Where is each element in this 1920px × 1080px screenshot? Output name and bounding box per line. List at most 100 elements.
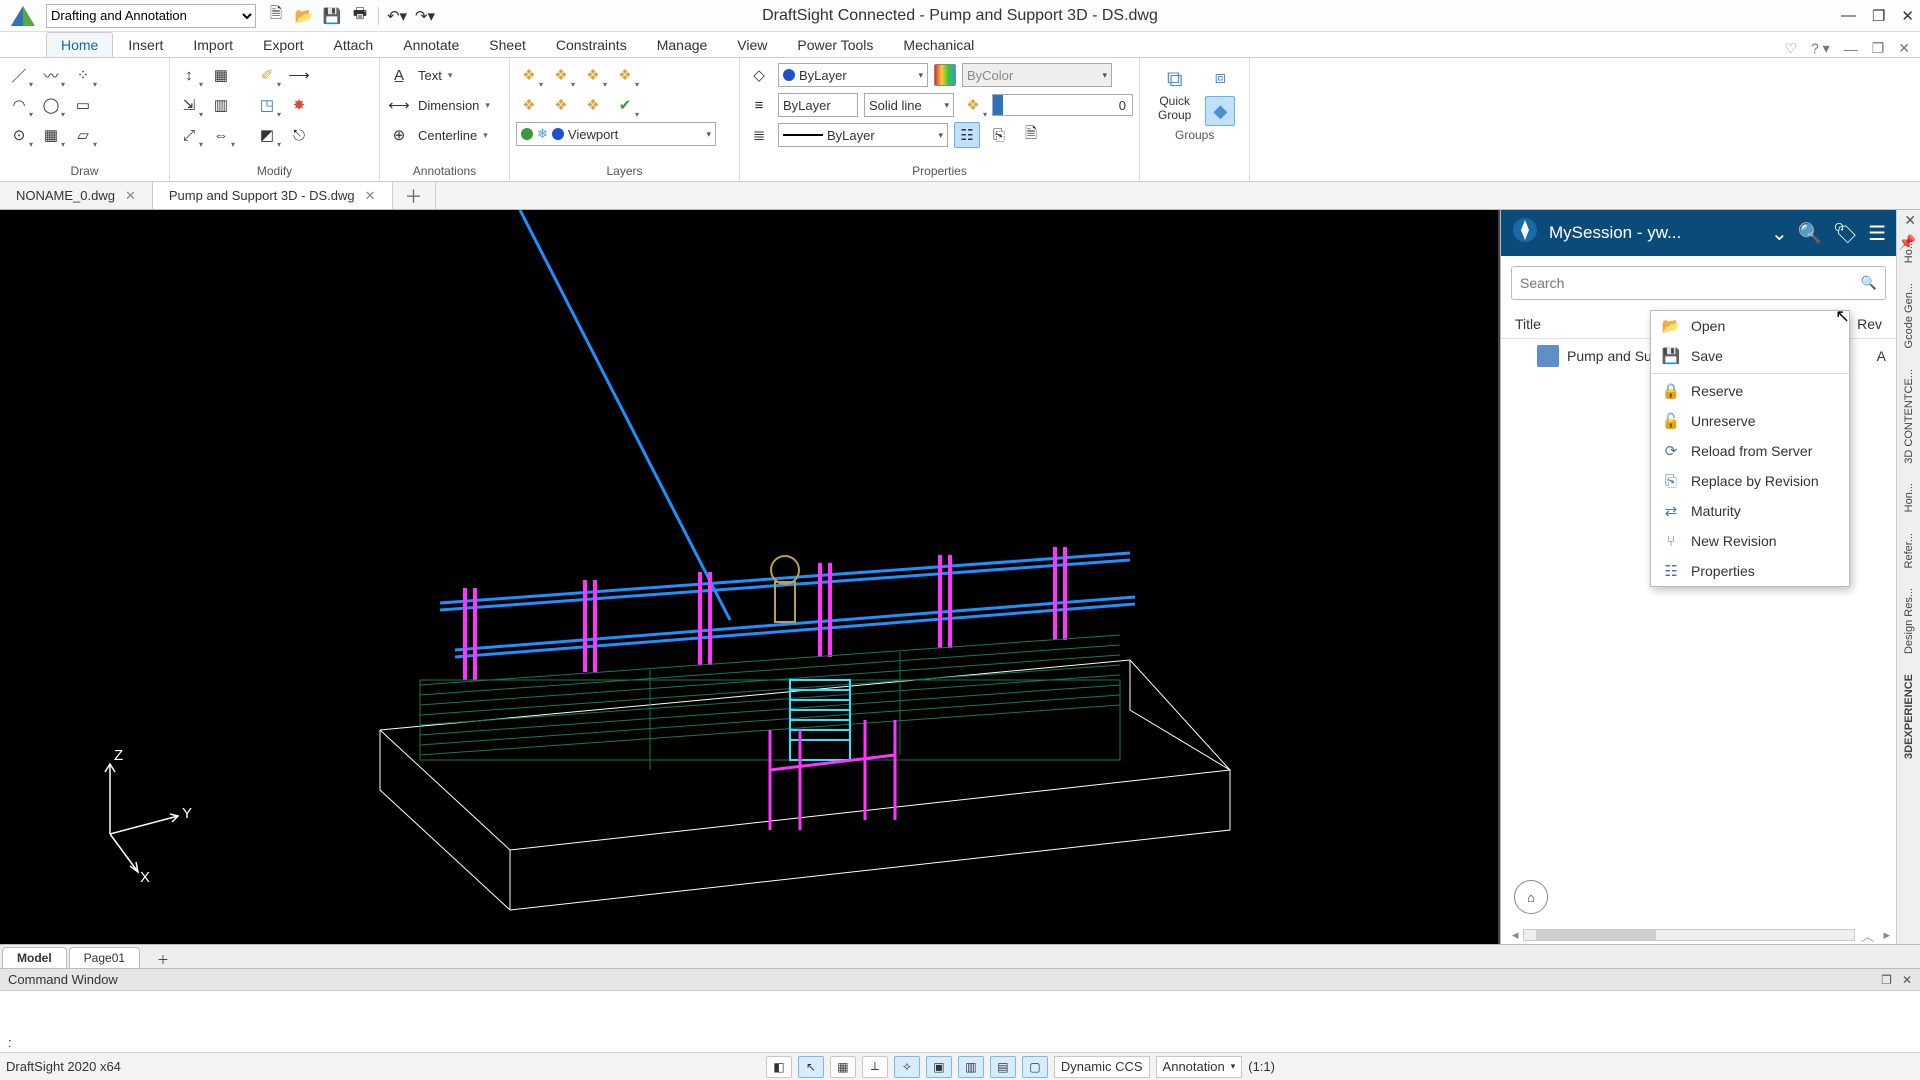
color-dropdown[interactable]: ByLayer ▾ [778,63,928,87]
polyline-tool[interactable]: 〰▾ [38,62,64,88]
layout-tab-add[interactable]: ＋ [142,947,184,968]
mirror-tool[interactable]: ▥ [208,92,234,118]
ctx-properties[interactable]: ☷Properties [1651,556,1849,586]
new-file-icon[interactable]: 🗎 [266,6,286,26]
command-prompt[interactable]: : [0,1033,1920,1052]
lineweight-icon[interactable]: ≣ [746,122,772,148]
tag-icon[interactable]: 🏷 [1833,221,1858,246]
heart-icon[interactable]: ♡ [1784,40,1797,57]
dimension-dropdown-icon[interactable]: ▾ [485,100,490,111]
search-input[interactable] [1520,275,1861,291]
doc-tab[interactable]: Pump and Support 3D - DS.dwg ✕ [153,182,393,209]
ctx-open[interactable]: 📂Open [1651,311,1849,341]
properties-list-icon[interactable]: ☷ [954,122,980,148]
menu-icon[interactable]: ☰ [1868,221,1886,246]
mdi-close-icon[interactable]: ✕ [1898,40,1910,57]
hatch-tool[interactable]: ▦▾ [38,122,64,148]
close-button[interactable]: ✕ [1901,7,1914,25]
minimize-button[interactable]: — [1841,7,1856,25]
linetype-dropdown[interactable]: ByLayer [778,93,858,117]
tab-insert[interactable]: Insert [113,32,178,57]
point-array-tool[interactable]: ⁘▾ [70,62,96,88]
transparency-icon[interactable]: ❖▾ [960,92,986,118]
tab-mechanical[interactable]: Mechanical [888,32,989,57]
help-icon[interactable]: ? ▾ [1811,40,1830,57]
add-doc-tab[interactable]: ＋ [393,182,436,209]
linetype-style-dropdown[interactable]: Solid line ▾ [864,93,954,117]
ctx-newrev[interactable]: ⑂New Revision [1651,526,1849,556]
group-select-button[interactable]: ◆ [1205,96,1235,126]
save-file-icon[interactable]: 💾 [322,6,342,26]
status-polar[interactable]: ✧ [894,1056,920,1078]
text-label[interactable]: Text [418,68,442,83]
tab-attach[interactable]: Attach [319,32,389,57]
ctx-unreserve[interactable]: 🔓Unreserve [1651,406,1849,436]
stretch-tool[interactable]: ⇔▾ [208,122,234,148]
expand-up-icon[interactable]: ︿ [1855,926,1879,945]
search-icon[interactable]: 🔍 [1798,221,1823,246]
text-dropdown-icon[interactable]: ▾ [448,70,453,81]
tab-powertools[interactable]: Power Tools [782,32,888,57]
tab-view[interactable]: View [722,32,782,57]
lineweight-dropdown[interactable]: ByLayer ▾ [778,123,948,147]
layer-state-3[interactable]: ❖▾ [580,62,606,88]
palette-dropdown-icon[interactable]: ⌄ [1771,221,1788,246]
centerline-dropdown-icon[interactable]: ▾ [483,130,488,141]
ctx-replace[interactable]: ⎘Replace by Revision [1651,466,1849,496]
close-tab-icon[interactable]: ✕ [365,188,376,204]
chamfer-tool[interactable]: ◩▾ [254,122,280,148]
pattern-tool[interactable]: ▦ [208,62,234,88]
extend-tool[interactable]: ⟶ [286,62,312,88]
layer-freeze[interactable]: ❖ [516,92,542,118]
redo-icon[interactable]: ↷▾ [415,6,435,26]
workspace-selector[interactable]: Drafting and Annotation [46,4,256,28]
layer-state-2[interactable]: ❖▾ [548,62,574,88]
sidetab-3dexperience[interactable]: 3DEXPERIENCE [1903,674,1915,759]
rectangle-tool[interactable]: ▭ [70,92,96,118]
sidetab-gcode[interactable]: Gcode Gen... [1903,283,1915,348]
group-edit-button[interactable]: ⧈ [1205,62,1235,92]
tab-export[interactable]: Export [248,32,318,57]
linetype-icon[interactable]: ≡ [746,92,772,118]
bycolor-dropdown[interactable]: ByColor ▾ [962,63,1112,87]
circle-tool[interactable]: ⊙▾ [6,122,32,148]
fillet-tool[interactable]: ◳▾ [254,92,280,118]
status-dynamic-ccs[interactable]: Dynamic CCS [1054,1056,1150,1078]
open-file-icon[interactable]: 📂 [294,6,314,26]
palette-close-icon[interactable]: ✕ [1904,212,1916,229]
centerline-label[interactable]: Centerline [418,128,477,143]
ctx-maturity[interactable]: ⇄Maturity [1651,496,1849,526]
text-icon[interactable]: A̲ [386,62,412,88]
ctx-reload[interactable]: ⟳Reload from Server [1651,436,1849,466]
sidetab-3dcontent[interactable]: 3D CONTENTCE... [1903,369,1915,464]
status-grid[interactable]: ▦ [830,1056,856,1078]
scroll-left-icon[interactable]: ◂ [1508,927,1523,943]
sidetab-designres[interactable]: Design Res... [1903,588,1915,654]
layer-thaw[interactable]: ❖ [548,92,574,118]
status-qinput[interactable]: ▢ [1022,1056,1048,1078]
tab-home[interactable]: Home [46,32,113,57]
palette-scrollbar[interactable]: ◂ ︿ ▸ [1508,928,1894,942]
sidetab-refer[interactable]: Refer... [1903,533,1915,568]
ctx-save[interactable]: 💾Save [1651,341,1849,371]
status-etrack[interactable]: ▥ [958,1056,984,1078]
offset-tool[interactable]: ⇲▾ [176,92,202,118]
search-icon[interactable]: 🔍 [1861,275,1877,291]
palette-search-box[interactable]: 🔍 [1511,266,1886,300]
status-annotation-scale[interactable]: Annotation▾ [1156,1056,1243,1078]
status-ortho[interactable]: ⟂ [862,1056,888,1078]
layer-state-1[interactable]: ❖▾ [516,62,542,88]
region-tool[interactable]: ▱▾ [70,122,96,148]
properties-match-icon[interactable]: ⎘ [986,122,1012,148]
status-snap[interactable]: ◧ [766,1056,792,1078]
arc-tool[interactable]: ◠▾ [6,92,32,118]
status-cursor[interactable]: ↖ [798,1056,824,1078]
move-tool[interactable]: ↕▾ [176,62,202,88]
tab-manage[interactable]: Manage [642,32,723,57]
mdi-minimize-icon[interactable]: — [1844,41,1858,57]
tab-annotate[interactable]: Annotate [388,32,474,57]
scroll-right-icon[interactable]: ▸ [1879,927,1894,943]
mdi-restore-icon[interactable]: ❐ [1872,40,1885,57]
status-lwt[interactable]: ▤ [990,1056,1016,1078]
tab-sheet[interactable]: Sheet [474,32,541,57]
